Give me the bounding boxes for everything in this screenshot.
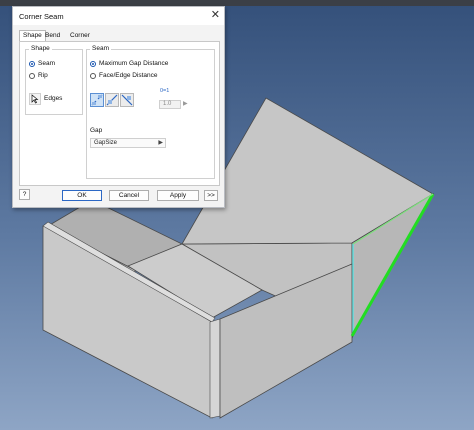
ok-button[interactable]: OK xyxy=(62,190,102,201)
help-icon: ? xyxy=(22,191,27,198)
radio-maximum-gap-distance[interactable]: Maximum Gap Distance xyxy=(90,60,168,67)
graphics-viewport[interactable]: Corner Seam ✕ Shape Bend Corner Shape Se… xyxy=(0,0,474,430)
more-options-button[interactable]: >> xyxy=(204,190,218,201)
radio-face-edge-indicator[interactable] xyxy=(90,72,96,79)
seam-group-title: Seam xyxy=(90,45,111,52)
seam-symmetric-gap-button[interactable] xyxy=(90,93,104,107)
radio-max-gap-indicator[interactable] xyxy=(90,60,96,67)
corner-seam-dialog: Corner Seam ✕ Shape Bend Corner Shape Se… xyxy=(12,6,225,208)
seam-reverse-overlap-button[interactable] xyxy=(120,93,134,107)
shape-tab-panel: Shape Seam Rip Edges Seam Maximum Gap Di… xyxy=(19,41,220,186)
overlap-icon xyxy=(106,94,118,106)
radio-rip-indicator[interactable] xyxy=(29,72,35,79)
dialog-title: Corner Seam xyxy=(19,12,64,21)
radio-seam-label: Seam xyxy=(38,60,55,67)
radio-seam-indicator[interactable] xyxy=(29,60,35,67)
radio-rip-label: Rip xyxy=(38,72,48,79)
edges-select-button[interactable] xyxy=(29,93,41,105)
tab-bend[interactable]: Bend xyxy=(42,31,63,41)
gap-value: GapSize xyxy=(94,140,118,146)
radio-face-edge-distance[interactable]: Face/Edge Distance xyxy=(90,72,158,79)
dialog-titlebar[interactable]: Corner Seam ✕ xyxy=(13,7,224,25)
gap-menu-arrow-icon[interactable]: ▶ xyxy=(158,139,163,147)
cursor-arrow-icon xyxy=(31,94,39,104)
shape-group-title: Shape xyxy=(29,45,52,52)
cancel-button[interactable]: Cancel xyxy=(109,190,149,201)
apply-button[interactable]: Apply xyxy=(157,190,199,201)
overlap-ratio-field[interactable]: 1.0 xyxy=(159,100,181,109)
close-icon[interactable]: ✕ xyxy=(211,8,220,21)
edges-label: Edges xyxy=(44,95,63,102)
corner-seam-strip xyxy=(209,318,221,419)
radio-face-edge-label: Face/Edge Distance xyxy=(99,72,158,79)
ratio-arrow-icon[interactable]: ▶ xyxy=(183,100,188,107)
seam-group: Seam Maximum Gap Distance Face/Edge Dist… xyxy=(86,45,215,179)
reverse-overlap-icon xyxy=(121,94,133,106)
radio-max-gap-label: Maximum Gap Distance xyxy=(99,60,169,67)
radio-seam[interactable]: Seam xyxy=(29,60,55,67)
radio-rip[interactable]: Rip xyxy=(29,72,48,79)
gap-input[interactable]: GapSize ▶ xyxy=(90,138,166,148)
tab-corner[interactable]: Corner xyxy=(67,31,93,41)
gap-label: Gap xyxy=(90,127,103,134)
ratio-icon-label: 0=1 xyxy=(160,88,170,94)
seam-overlap-button[interactable] xyxy=(105,93,119,107)
symmetric-gap-icon xyxy=(91,94,103,106)
help-button[interactable]: ? xyxy=(19,189,30,200)
shape-group: Shape Seam Rip Edges xyxy=(25,45,83,115)
